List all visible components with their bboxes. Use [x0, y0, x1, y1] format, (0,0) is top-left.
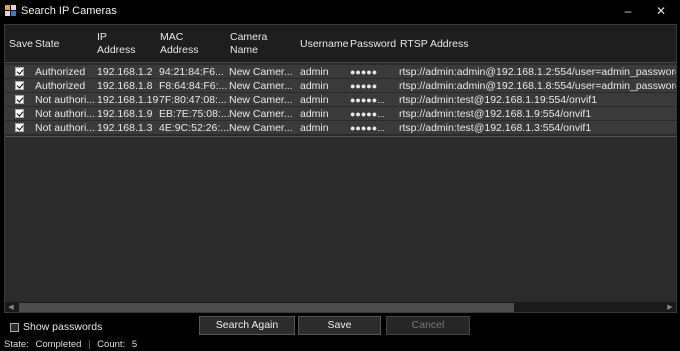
save-checkbox[interactable] [15, 109, 24, 118]
column-header-camera-name[interactable]: Camera Name [230, 25, 267, 63]
password-cell: ●●●●●... [350, 123, 385, 133]
mac-cell: 4E:9C:52:26:... [159, 122, 229, 134]
username-cell: admin [300, 108, 329, 120]
column-header-mac[interactable]: MAC Address [160, 25, 199, 63]
status-divider: | [88, 339, 91, 350]
show-passwords-label: Show passwords [23, 321, 103, 333]
scroll-right-icon[interactable]: ▶ [664, 302, 676, 312]
table-row[interactable]: Not authori... 192.168.1.9 EB:7E:75:08:.… [5, 107, 676, 121]
username-cell: admin [300, 94, 329, 106]
minimize-button[interactable]: – [615, 2, 641, 20]
table-row[interactable]: Not authori... 192.168.1.19 7F:80:47:08:… [5, 93, 676, 107]
table-row[interactable]: Authorized 192.168.1.2 94:21:84:F6... Ne… [5, 65, 676, 79]
mac-cell: 94:21:84:F6... [159, 66, 224, 78]
state-cell: Authorized [35, 66, 86, 78]
horizontal-scrollbar[interactable]: ◀ ▶ [5, 302, 676, 312]
scroll-thumb[interactable] [19, 303, 514, 312]
username-cell: admin [300, 122, 329, 134]
save-checkbox[interactable] [15, 123, 24, 132]
title-bar: Search IP Cameras – ✕ [0, 0, 680, 22]
status-bar: State: Completed | Count: 5 [4, 339, 141, 350]
password-cell: ●●●●● [350, 67, 378, 77]
save-checkbox[interactable] [15, 95, 24, 104]
mac-cell: 7F:80:47:08:... [159, 94, 227, 106]
ip-cell: 192.168.1.19 [97, 94, 159, 106]
camera-name-cell: New Camer... [229, 80, 293, 92]
password-cell: ●●●●● [350, 81, 378, 91]
column-header-username[interactable]: Username [300, 25, 348, 63]
table-row[interactable]: Authorized 192.168.1.8 F8:64:84:F6:... N… [5, 79, 676, 93]
username-cell: admin [300, 80, 329, 92]
ip-cell: 192.168.1.9 [97, 108, 153, 120]
grid-header: Save State IP Address MAC Address Camera… [5, 25, 676, 63]
camera-name-cell: New Camer... [229, 94, 293, 106]
status-count-value: 5 [131, 339, 138, 350]
state-cell: Not authori... [35, 94, 95, 106]
rtsp-cell: rtsp://admin:admin@192.168.1.2:554/user=… [399, 66, 676, 78]
username-cell: admin [300, 66, 329, 78]
show-passwords-toggle[interactable]: Show passwords [10, 321, 102, 333]
column-header-save[interactable]: Save [9, 25, 33, 63]
scroll-left-icon[interactable]: ◀ [5, 302, 17, 312]
camera-name-cell: New Camer... [229, 122, 293, 134]
rtsp-cell: rtsp://admin:test@192.168.1.19:554/onvif… [399, 94, 598, 106]
app-icon [5, 5, 16, 16]
password-cell: ●●●●●... [350, 109, 385, 119]
search-again-button[interactable]: Search Again [199, 316, 295, 335]
row-divider [5, 136, 676, 137]
save-checkbox[interactable] [15, 81, 24, 90]
window-title: Search IP Cameras [21, 5, 117, 17]
column-header-password[interactable]: Password [350, 25, 396, 63]
table-row[interactable]: Not authori... 192.168.1.3 4E:9C:52:26:.… [5, 121, 676, 135]
rtsp-cell: rtsp://admin:admin@192.168.1.8:554/user=… [399, 80, 676, 92]
mac-cell: EB:7E:75:08:... [159, 108, 229, 120]
ip-cell: 192.168.1.3 [97, 122, 153, 134]
status-count-label: Count: [97, 339, 126, 350]
state-cell: Not authori... [35, 108, 95, 120]
show-passwords-checkbox[interactable] [10, 322, 19, 332]
password-cell: ●●●●●... [350, 95, 385, 105]
camera-name-cell: New Camer... [229, 108, 293, 120]
column-header-ip[interactable]: IP Address [97, 25, 136, 63]
save-checkbox[interactable] [15, 67, 24, 76]
state-cell: Not authori... [35, 122, 95, 134]
cancel-button[interactable]: Cancel [386, 316, 470, 335]
status-state-value: Completed [35, 339, 82, 350]
ip-cell: 192.168.1.8 [97, 80, 153, 92]
column-header-state[interactable]: State [35, 25, 60, 63]
column-header-rtsp[interactable]: RTSP Address [400, 25, 468, 63]
state-cell: Authorized [35, 80, 86, 92]
save-button[interactable]: Save [298, 316, 381, 335]
camera-grid[interactable]: Save State IP Address MAC Address Camera… [4, 24, 677, 313]
ip-cell: 192.168.1.2 [97, 66, 153, 78]
close-button[interactable]: ✕ [648, 2, 674, 20]
camera-name-cell: New Camer... [229, 66, 293, 78]
rtsp-cell: rtsp://admin:test@192.168.1.9:554/onvif1 [399, 108, 592, 120]
status-state-label: State: [4, 339, 29, 350]
rtsp-cell: rtsp://admin:test@192.168.1.3:554/onvif1 [399, 122, 592, 134]
mac-cell: F8:64:84:F6:... [159, 80, 228, 92]
